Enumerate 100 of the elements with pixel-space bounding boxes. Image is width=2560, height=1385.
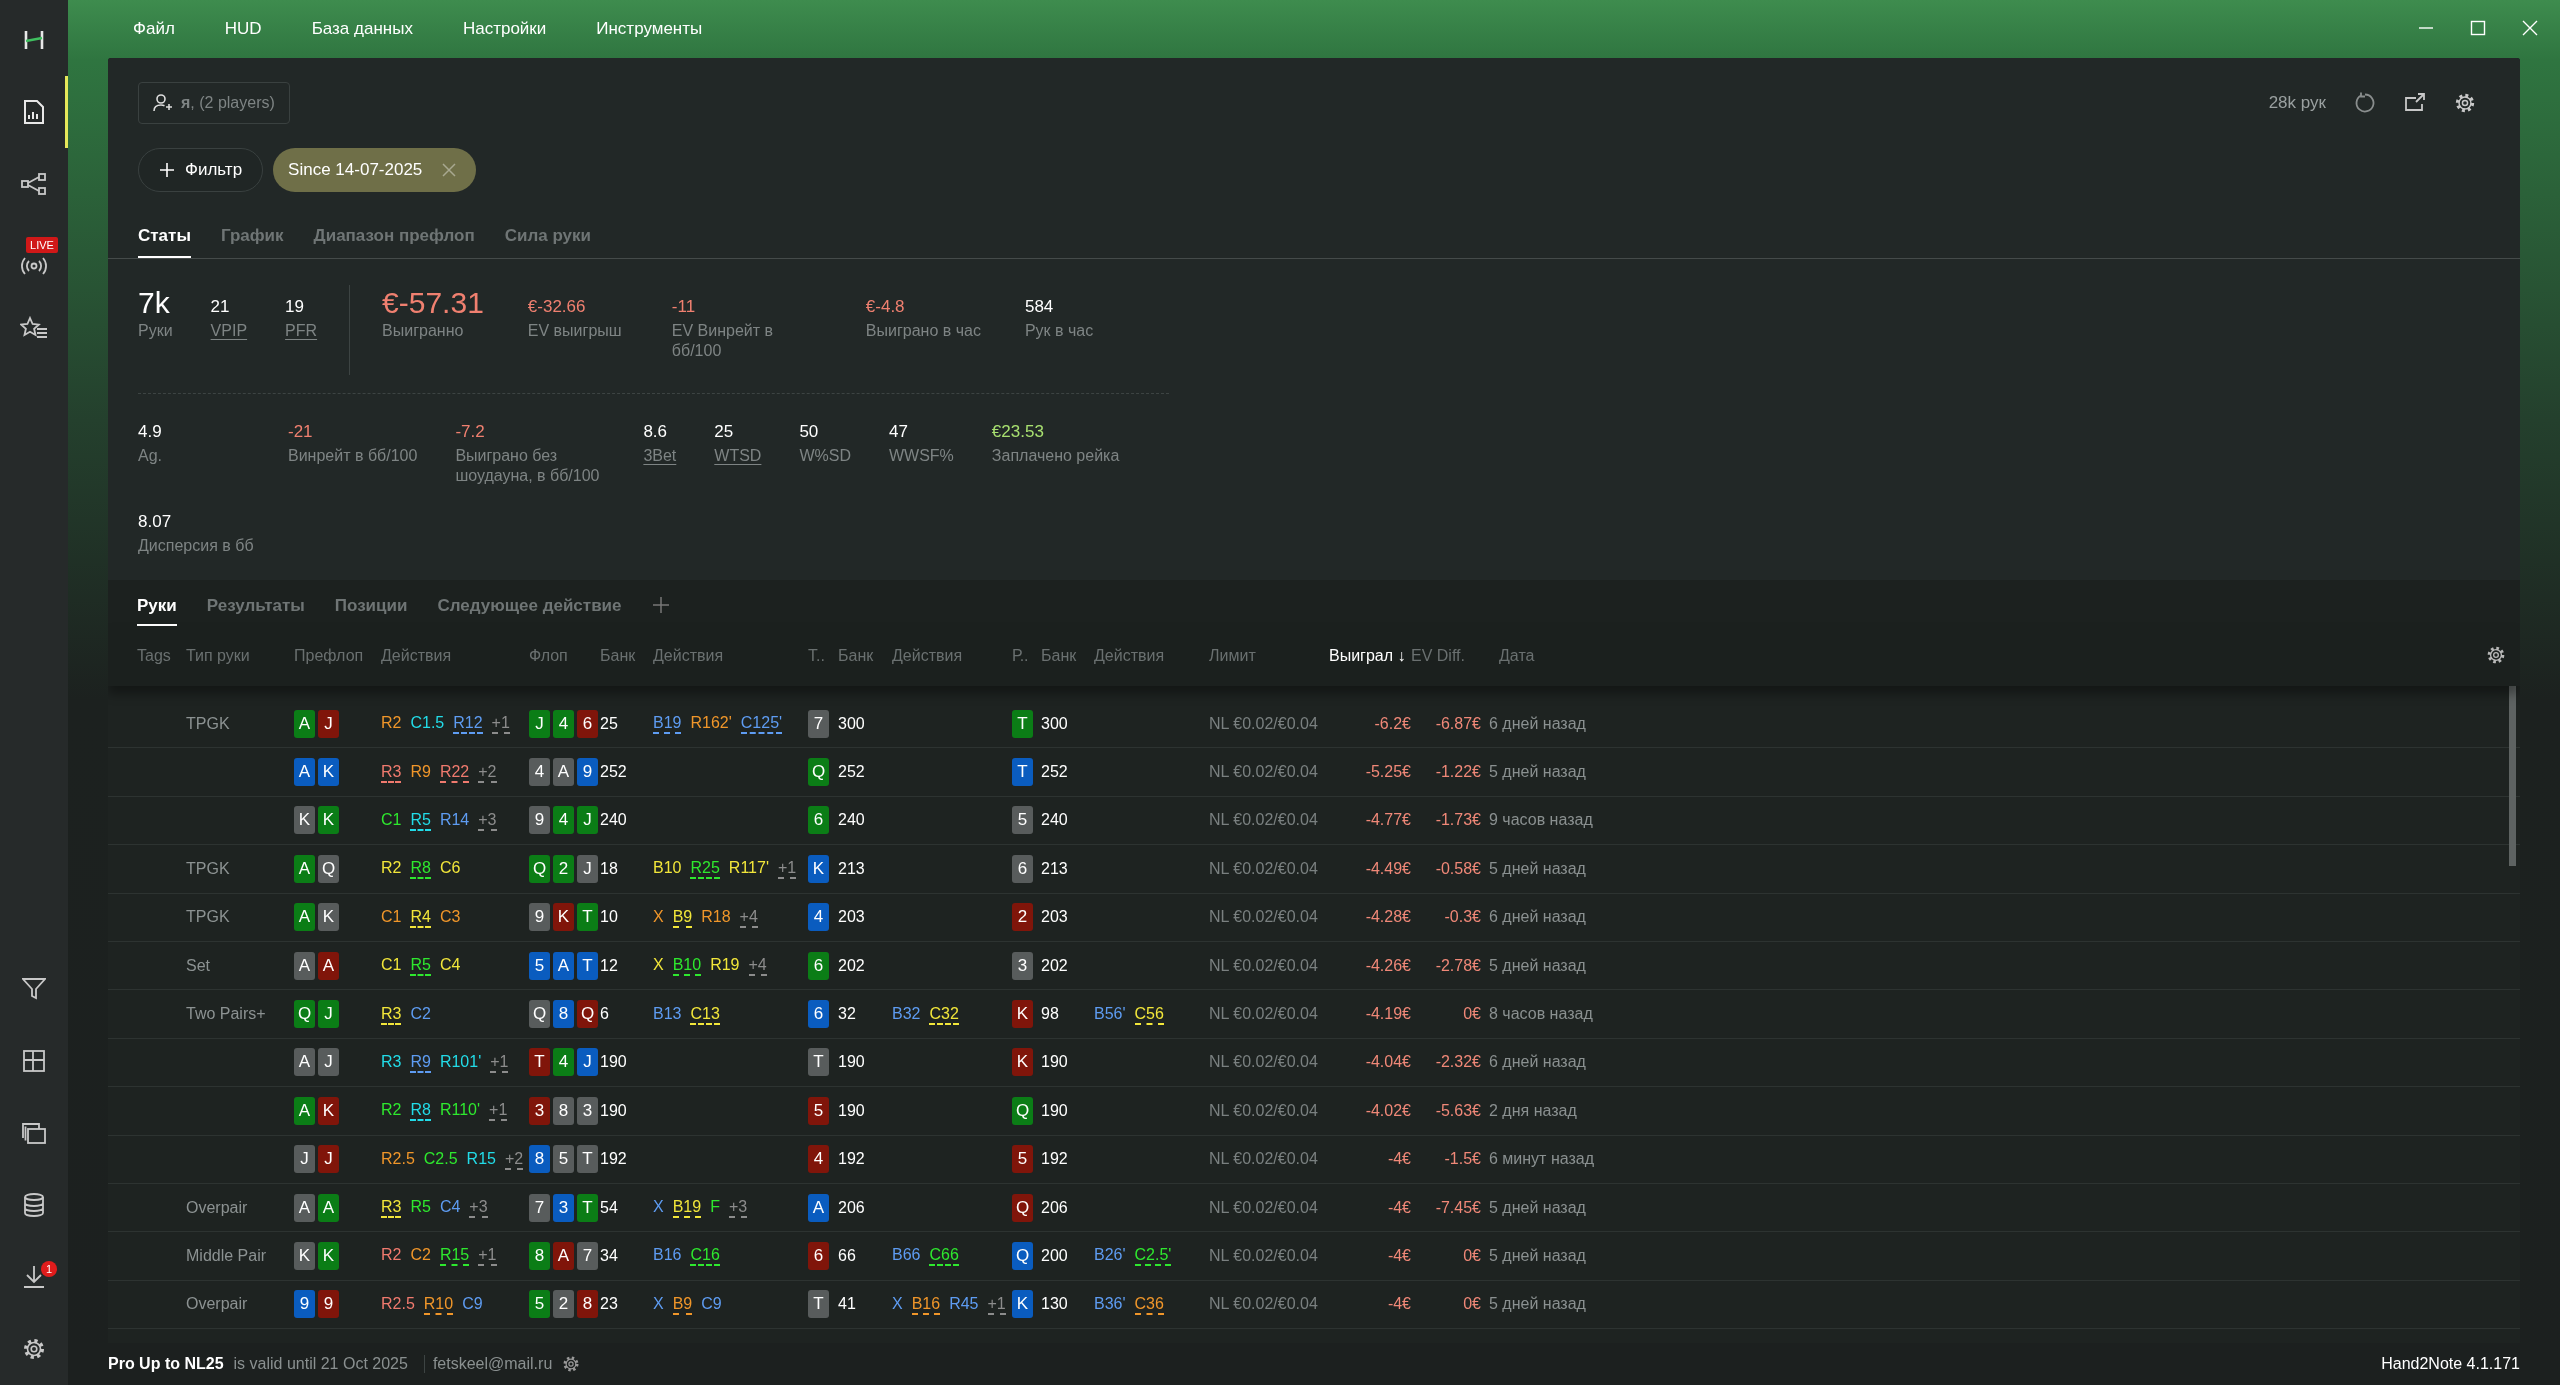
action-label: R5 <box>410 955 431 977</box>
action-label: C6 <box>439 858 461 879</box>
column-header[interactable]: Р.. <box>1012 647 1041 665</box>
tab[interactable]: Статы <box>138 226 191 258</box>
tab[interactable]: Диапазон префлоп <box>313 226 475 258</box>
pot-size: 203 <box>1041 908 1068 927</box>
add-filter-button[interactable]: Фильтр <box>138 148 264 192</box>
playing-card: 6 <box>808 1242 829 1270</box>
stat-value: -21 <box>288 421 314 443</box>
menu-item[interactable]: Файл <box>133 19 175 39</box>
stat-value: 8.6 <box>643 421 668 443</box>
pot-size: 130 <box>1041 1295 1068 1314</box>
column-header[interactable]: Дата <box>1481 647 2520 665</box>
date-text: 5 дней назад <box>1489 1295 1586 1314</box>
column-header[interactable]: Tags <box>137 647 186 665</box>
column-header[interactable]: Префлоп <box>294 647 381 665</box>
action-label: C2 <box>410 1245 431 1266</box>
action-label: R117' <box>728 858 769 879</box>
settings-icon[interactable] <box>562 1355 581 1373</box>
stat-label: Выиграно без шоудауна, в бб/100 <box>455 446 601 486</box>
popout-icon[interactable] <box>2404 93 2426 113</box>
tab[interactable]: График <box>220 226 284 258</box>
column-header[interactable]: Банк <box>838 647 892 665</box>
stat-label: Выиграно в час <box>865 321 981 341</box>
add-tab-icon[interactable] <box>651 596 670 614</box>
action-label: F <box>710 1197 720 1218</box>
playing-card: 7 <box>577 1242 598 1270</box>
column-header[interactable]: EV Diff. <box>1411 647 1481 665</box>
date-text: 5 дней назад <box>1489 859 1586 878</box>
stat-link[interactable]: 3Bet <box>643 446 677 466</box>
stat-value: €-57.31 <box>382 285 484 321</box>
action-label: C125' <box>740 713 783 735</box>
action-label: +1 <box>490 1051 509 1073</box>
stacked-windows-icon <box>22 1122 46 1144</box>
sidebar-item[interactable]: LIVE <box>0 220 68 292</box>
menu-item[interactable]: Настройки <box>462 19 547 39</box>
stat-value: 47 <box>888 421 909 443</box>
won-amount: -4.77€ <box>1365 811 1411 830</box>
action-label: +4 <box>748 955 767 977</box>
stat-value: 19 <box>285 296 305 318</box>
menu-item[interactable]: База данных <box>311 19 413 39</box>
filter-chip[interactable]: Since 14-07-2025 <box>273 148 477 192</box>
date-text: 6 дней назад <box>1489 714 1586 733</box>
column-header[interactable]: Банк <box>1041 647 1094 665</box>
action-label: R12 <box>453 713 483 735</box>
column-header[interactable]: Лимит <box>1209 647 1329 665</box>
hand-type: Overpair <box>186 1295 248 1314</box>
action-label: R2 <box>381 1245 402 1266</box>
playing-card: 6 <box>808 951 829 980</box>
playing-card: A <box>294 1193 315 1222</box>
playing-card: 5 <box>529 1290 550 1319</box>
action-label: R22 <box>439 761 470 783</box>
action-label: +1 <box>478 1245 497 1267</box>
scrollbar[interactable] <box>2509 686 2516 866</box>
ev-diff: 0€ <box>1463 1247 1481 1265</box>
column-header[interactable]: Банк <box>600 647 653 665</box>
playing-card: A <box>294 758 315 787</box>
minimize-icon <box>2418 27 2434 29</box>
action-label: R4 <box>410 906 431 928</box>
column-header[interactable]: Действия <box>653 647 808 665</box>
playing-card: Q <box>294 1000 315 1029</box>
playing-card: J <box>577 1048 598 1077</box>
pot-size: 240 <box>1041 811 1068 830</box>
players-icon <box>153 94 173 112</box>
stat-value: €23.53 <box>991 421 1045 443</box>
column-header[interactable]: Флоп <box>529 647 600 665</box>
refresh-icon[interactable] <box>2354 92 2376 114</box>
tab[interactable]: Сила руки <box>504 226 591 258</box>
pot-size: 98 <box>1041 1005 1059 1024</box>
column-header[interactable]: Действия <box>1094 647 1209 665</box>
stat-link[interactable]: WTSD <box>714 446 762 466</box>
tab[interactable]: Позиции <box>334 596 408 626</box>
action-label: R101' <box>439 1051 482 1072</box>
column-header[interactable]: Тип руки <box>186 647 294 665</box>
column-header[interactable]: Выиграл ↓ <box>1329 647 1411 665</box>
stat-link[interactable]: VPIP <box>210 321 248 341</box>
settings-icon[interactable] <box>2454 92 2476 114</box>
ev-diff: -1.22€ <box>1435 763 1481 782</box>
action-label: R15 <box>466 1148 496 1169</box>
stat-link[interactable]: PFR <box>285 321 318 341</box>
menu-item[interactable]: HUD <box>224 19 262 39</box>
limit-text: NL €0.02/€0.04 <box>1209 811 1318 830</box>
playing-card: 5 <box>553 1145 574 1174</box>
stat-value: 50 <box>799 421 820 443</box>
tab[interactable]: Результаты <box>206 596 305 626</box>
menu-item[interactable]: Инструменты <box>596 19 703 39</box>
won-amount: -6.2€ <box>1374 714 1411 733</box>
tab[interactable]: Следующее действие <box>437 596 622 626</box>
playing-card: Q <box>1012 1096 1033 1125</box>
settings-icon[interactable] <box>2486 645 2506 665</box>
maximize-icon <box>2470 20 2486 36</box>
sidebar-item[interactable]: 1 <box>0 1241 68 1313</box>
pot-size: 18 <box>600 859 618 878</box>
column-header[interactable]: Действия <box>892 647 1012 665</box>
date-text: 5 дней назад <box>1489 1198 1586 1217</box>
player-selector[interactable]: я, (2 players) <box>138 82 290 124</box>
column-header[interactable]: Действия <box>381 647 529 665</box>
playing-card: J <box>318 1048 339 1077</box>
action-label: R3 <box>381 1197 402 1219</box>
column-header[interactable]: Т.. <box>808 647 838 665</box>
